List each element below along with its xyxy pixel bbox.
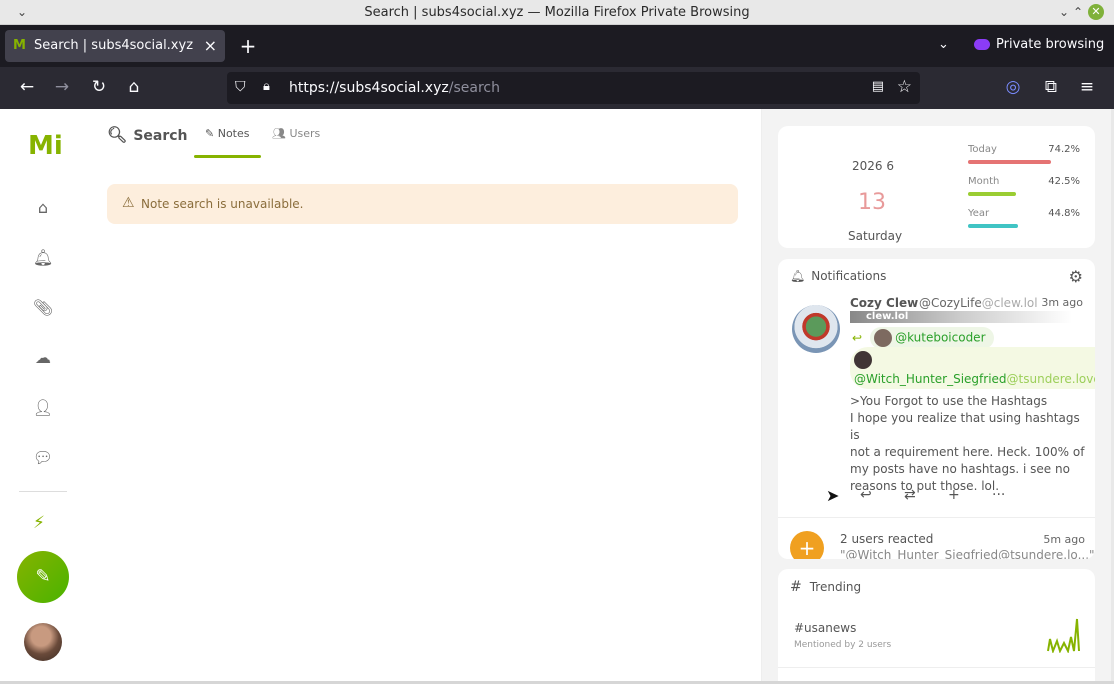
tab-notes[interactable]: ✎ Notes xyxy=(205,127,250,140)
note-time[interactable]: 3m ago xyxy=(1041,296,1083,309)
reply-arrow-icon: ↩ xyxy=(852,330,863,345)
trending-header: # Trending xyxy=(790,579,862,595)
private-mask-icon xyxy=(974,39,990,50)
poster-name[interactable]: Cozy Clew xyxy=(850,296,918,310)
react-plus-icon[interactable]: + xyxy=(948,487,992,503)
navigation-toolbar: ← → ↻ ⌂ ⛉ 🔒︎ https://subs4social.xyz/sea… xyxy=(0,67,1114,109)
search-unavailable-warning: ⚠ Note search is unavailable. xyxy=(107,184,738,224)
trend-tag[interactable]: #usanews xyxy=(794,621,856,635)
bolt-icon[interactable]: ⚡︎ xyxy=(33,513,45,533)
mini-avatar xyxy=(874,329,893,347)
gear-icon[interactable]: ⚙ xyxy=(1069,267,1083,286)
messages-icon[interactable]: 💬︎ xyxy=(31,446,55,470)
calendar-day: 13 xyxy=(858,190,886,215)
private-browsing-indicator: Private browsing xyxy=(974,37,1104,52)
trend-mentioned: Mentioned by 2 users xyxy=(794,640,892,650)
tab-title: Search | subs4social.xyz xyxy=(34,38,194,53)
notification-divider xyxy=(778,517,1095,518)
pencil-icon: ✎ xyxy=(35,566,51,587)
calendar-widget: 2026 6 13 Saturday Today 74.2% Month 42.… xyxy=(778,126,1095,248)
sidebar-divider xyxy=(19,491,67,492)
left-sidebar: Mi ⌂ 🔔︎ 📎︎ ☁ 👤︎ 💬︎ ⚡︎ ✎ xyxy=(0,109,83,681)
close-icon[interactable]: ✕ xyxy=(1088,4,1104,20)
extensions-icon[interactable]: ⧉ xyxy=(1040,77,1062,97)
more-icon[interactable]: ··· xyxy=(992,487,1036,503)
paperclip-icon[interactable]: 📎︎ xyxy=(31,296,55,320)
progress-bar-month xyxy=(968,192,1016,196)
main-column: 🔍︎ Search ✎ Notes 👥︎ Users ⚠ Note search … xyxy=(83,109,762,681)
poster-avatar[interactable] xyxy=(792,305,840,353)
maximize-icon[interactable]: ⌃ xyxy=(1070,4,1086,20)
calendar-year-month: 2026 6 xyxy=(852,159,894,173)
mention-bubble[interactable]: @Witch_Hunter_Siegfried@tsundere.love xyxy=(850,347,1095,389)
reaction-text[interactable]: 2 users reacted xyxy=(840,532,933,546)
mention-user: @Witch_Hunter_Siegfried@tsundere.love xyxy=(854,372,1095,386)
reply-mention-chip[interactable]: @kuteboicoder xyxy=(870,327,994,349)
note-actions: ↩ ⇄ + ··· xyxy=(860,487,1036,503)
users-icon: 👥︎ xyxy=(272,127,290,140)
tab-strip: M Search | subs4social.xyz × + ⌄ Private… xyxy=(0,25,1114,67)
bell-icon[interactable]: 🔔︎ xyxy=(31,246,55,270)
notifications-widget: 🔔︎ Notifications ⚙ Cozy Clew @CozyLife@cl… xyxy=(778,259,1095,559)
warning-text: Note search is unavailable. xyxy=(141,197,304,211)
cloud-icon[interactable]: ☁ xyxy=(31,346,55,370)
widgets-column: 2026 6 13 Saturday Today 74.2% Month 42.… xyxy=(762,109,1111,681)
reaction-time: 5m ago xyxy=(1043,533,1085,546)
hash-icon: # xyxy=(790,579,802,595)
private-label: Private browsing xyxy=(996,37,1105,52)
instance-badge: clew.lol xyxy=(850,311,1072,323)
my-avatar[interactable] xyxy=(24,623,62,661)
home-icon[interactable]: ⌂ xyxy=(123,77,145,97)
page-title: 🔍︎ Search xyxy=(107,125,188,144)
poster-handle[interactable]: @CozyLife@clew.lol xyxy=(919,296,1038,310)
window-titlebar: ⌄ Search | subs4social.xyz — Mozilla Fir… xyxy=(0,0,1114,25)
lock-icon[interactable]: 🔒︎ xyxy=(263,79,270,94)
new-tab-icon[interactable]: + xyxy=(238,34,258,58)
reaction-plus-icon: + xyxy=(790,531,824,559)
reload-icon[interactable]: ↻ xyxy=(88,77,110,97)
active-tab-indicator xyxy=(194,155,261,158)
tab-users[interactable]: 👥︎ Users xyxy=(272,127,320,140)
list-tabs-chevron-icon[interactable]: ⌄ xyxy=(938,37,949,52)
renote-icon[interactable]: ⇄ xyxy=(904,487,948,503)
misskey-app: Mi ⌂ 🔔︎ 📎︎ ☁ 👤︎ 💬︎ ⚡︎ ✎ 🔍︎ Search ✎ Notes… xyxy=(0,109,1111,681)
window-title: Search | subs4social.xyz — Mozilla Firef… xyxy=(364,5,750,20)
note-body: >You Forgot to use the Hashtags I hope y… xyxy=(850,394,1085,493)
trend-sparkline xyxy=(1047,618,1080,653)
compose-note-button[interactable]: ✎ xyxy=(17,551,69,603)
bell-small-icon: 🔔︎ xyxy=(790,269,806,283)
url-text[interactable]: https://subs4social.xyz/search xyxy=(289,80,500,96)
hamburger-menu-icon[interactable]: ≡ xyxy=(1076,77,1098,97)
user-plus-icon[interactable]: 👤︎ xyxy=(31,396,55,420)
progress-bar-year xyxy=(968,224,1019,228)
forward-arrow-icon[interactable]: → xyxy=(51,77,73,97)
mouse-cursor-icon: ➤ xyxy=(826,486,840,505)
trend-divider xyxy=(778,667,1095,668)
notifications-header: 🔔︎ Notifications xyxy=(790,269,887,283)
back-arrow-icon[interactable]: ← xyxy=(16,77,38,97)
reply-icon[interactable]: ↩ xyxy=(860,487,904,503)
progress-bar-today xyxy=(968,160,1052,164)
reader-view-icon[interactable]: ▤ xyxy=(872,79,884,94)
vpn-globe-icon[interactable]: ◎ xyxy=(1002,77,1024,97)
reaction-preview: "@Witch_Hunter_Siegfried@tsundere.lo..." xyxy=(840,548,1095,559)
search-icon: 🔍︎ xyxy=(107,125,128,144)
warning-triangle-icon: ⚠ xyxy=(122,195,135,211)
url-bar[interactable]: ⛉ 🔒︎ https://subs4social.xyz/search ▤ ☆ xyxy=(227,72,920,104)
bookmark-star-icon[interactable]: ☆ xyxy=(897,77,912,97)
tracking-shield-icon[interactable]: ⛉ xyxy=(235,79,246,95)
calendar-weekday: Saturday xyxy=(848,229,903,243)
mention-mini-avatar xyxy=(854,351,872,369)
browser-tab[interactable]: M Search | subs4social.xyz × xyxy=(5,30,225,62)
tab-close-icon[interactable]: × xyxy=(204,36,217,55)
trending-widget: # Trending #usanews Mentioned by 2 users xyxy=(778,569,1095,681)
pencil-small-icon: ✎ xyxy=(205,127,218,140)
reply-to: ↩ @kuteboicoder xyxy=(852,327,994,349)
misskey-logo[interactable]: Mi xyxy=(28,131,63,161)
home-nav-icon[interactable]: ⌂ xyxy=(31,196,55,220)
misskey-favicon-icon: M xyxy=(13,38,26,53)
